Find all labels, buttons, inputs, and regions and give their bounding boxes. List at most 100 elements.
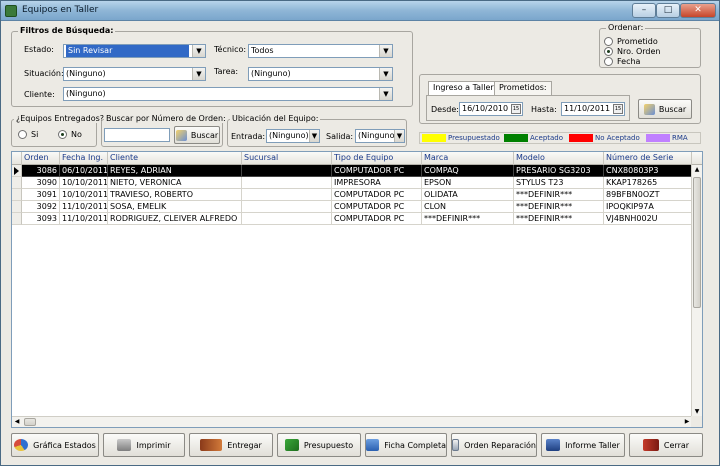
horizontal-scroll-thumb[interactable] bbox=[24, 418, 36, 426]
chevron-down-icon[interactable]: ▼ bbox=[192, 68, 205, 80]
pie-chart-icon bbox=[14, 439, 29, 451]
orden-buscar-button[interactable]: Buscar bbox=[174, 126, 220, 144]
tecnico-value: Todos bbox=[251, 46, 274, 55]
table-row[interactable]: 3086 06/10/2011 REYES, ADRIAN COMPUTADOR… bbox=[12, 165, 692, 177]
cell-fecha: 10/10/2011 bbox=[60, 177, 108, 189]
clipboard-icon bbox=[452, 439, 460, 451]
column-header-tipo[interactable]: Tipo de Equipo bbox=[332, 152, 422, 165]
tab-prometidos[interactable]: Prometidos: bbox=[494, 81, 552, 95]
calendar-icon[interactable]: 15 bbox=[613, 104, 623, 114]
column-header-orden[interactable]: Orden bbox=[22, 152, 60, 165]
column-header-sucursal[interactable]: Sucursal bbox=[242, 152, 332, 165]
hasta-date-input[interactable]: 11/10/2011 15 bbox=[561, 102, 625, 116]
cell-serie: VJ4BNH002U bbox=[604, 213, 692, 225]
buscar-orden-group: Buscar por Número de Orden: Buscar bbox=[101, 114, 228, 147]
table-row[interactable]: 3092 11/10/2011 SOSA, EMELIK COMPUTADOR … bbox=[12, 201, 692, 213]
entregados-group: ¿Equipos Entregados? Si No bbox=[11, 114, 107, 147]
entregar-button[interactable]: Entregar bbox=[189, 433, 273, 457]
column-header-cliente[interactable]: Cliente bbox=[108, 152, 242, 165]
window-title: Equipos en Taller bbox=[22, 5, 99, 15]
estado-value: Sin Revisar bbox=[66, 45, 189, 57]
vertical-scroll-thumb[interactable] bbox=[693, 177, 701, 308]
cell-cliente: TRAVIESO, ROBERTO bbox=[108, 189, 242, 201]
scroll-left-icon[interactable]: ◀ bbox=[12, 417, 22, 427]
radio-selected-icon bbox=[604, 47, 613, 56]
row-indicator bbox=[12, 201, 22, 213]
chevron-down-icon[interactable]: ▼ bbox=[379, 68, 392, 80]
table-row[interactable]: 3091 10/10/2011 TRAVIESO, ROBERTO COMPUT… bbox=[12, 189, 692, 201]
orden-number-input[interactable] bbox=[104, 128, 170, 142]
tarea-value: (Ninguno) bbox=[251, 69, 291, 78]
legend-no-aceptado: No Aceptado bbox=[569, 134, 640, 142]
column-header-marca[interactable]: Marca bbox=[422, 152, 514, 165]
column-header-fecha[interactable]: Fecha Ing. bbox=[60, 152, 108, 165]
desde-date-input[interactable]: 16/10/2010 15 bbox=[459, 102, 523, 116]
desde-value: 16/10/2010 bbox=[462, 104, 509, 113]
cell-sucursal bbox=[242, 165, 332, 177]
chevron-down-icon[interactable]: ▼ bbox=[379, 45, 392, 57]
chevron-down-icon[interactable]: ▼ bbox=[379, 88, 392, 100]
entregados-si-radio[interactable]: Si bbox=[18, 130, 38, 139]
scroll-up-icon[interactable]: ▲ bbox=[692, 165, 702, 175]
cell-sucursal bbox=[242, 177, 332, 189]
presupuesto-label: Presupuesto bbox=[303, 440, 354, 450]
estado-select[interactable]: Sin Revisar ▼ bbox=[63, 44, 206, 58]
cell-orden: 3093 bbox=[22, 213, 60, 225]
entregados-no-radio[interactable]: No bbox=[58, 130, 82, 139]
entrada-select[interactable]: (Ninguno) ▼ bbox=[266, 129, 320, 143]
informe-taller-button[interactable]: Informe Taller bbox=[541, 433, 625, 457]
column-header-modelo[interactable]: Modelo bbox=[514, 152, 604, 165]
ingreso-buscar-label: Buscar bbox=[658, 104, 687, 114]
cerrar-button[interactable]: Cerrar bbox=[629, 433, 703, 457]
chevron-down-icon[interactable]: ▼ bbox=[192, 45, 205, 57]
tarea-select[interactable]: (Ninguno) ▼ bbox=[248, 67, 393, 81]
ubicacion-title: Ubicación del Equipo: bbox=[230, 114, 321, 123]
tecnico-select[interactable]: Todos ▼ bbox=[248, 44, 393, 58]
row-indicator bbox=[12, 213, 22, 225]
maximize-button[interactable]: □ bbox=[656, 3, 680, 18]
cell-tipo: COMPUTADOR PC bbox=[332, 165, 422, 177]
tab-ingreso-taller[interactable]: Ingreso a Taller: bbox=[428, 81, 502, 95]
hasta-value: 11/10/2011 bbox=[564, 104, 611, 113]
salida-select[interactable]: (Ninguno) ▼ bbox=[355, 129, 405, 143]
filters-group: Filtros de Búsqueda: Estado: Sin Revisar… bbox=[11, 26, 413, 107]
ordenar-nro-orden-radio[interactable]: Nro. Orden bbox=[604, 47, 660, 56]
column-header-serie[interactable]: Número de Serie bbox=[604, 152, 692, 165]
close-window-button[interactable]: ✕ bbox=[680, 3, 716, 18]
equipos-grid[interactable]: Orden Fecha Ing. Cliente Sucursal Tipo d… bbox=[11, 151, 703, 428]
ficha-completa-button[interactable]: Ficha Completa bbox=[365, 433, 447, 457]
report-icon bbox=[546, 439, 561, 451]
table-row[interactable]: 3093 11/10/2011 RODRIGUEZ, CLEIVER ALFRE… bbox=[12, 213, 692, 225]
entregados-title: ¿Equipos Entregados? bbox=[14, 114, 107, 123]
orden-reparacion-button[interactable]: Orden Reparación bbox=[451, 433, 537, 457]
legend-label: RMA bbox=[672, 134, 688, 142]
presupuesto-button[interactable]: Presupuesto bbox=[277, 433, 361, 457]
legend-swatch bbox=[569, 134, 593, 142]
cell-marca: OLIDATA bbox=[422, 189, 514, 201]
entrada-label: Entrada: bbox=[231, 132, 266, 141]
minimize-button[interactable]: – bbox=[632, 3, 656, 18]
chevron-down-icon[interactable]: ▼ bbox=[309, 130, 319, 142]
chevron-down-icon[interactable]: ▼ bbox=[394, 130, 404, 142]
cliente-select[interactable]: (Ninguno) ▼ bbox=[63, 87, 393, 101]
printer-icon bbox=[117, 439, 132, 451]
cell-marca: EPSON bbox=[422, 177, 514, 189]
cell-tipo: COMPUTADOR PC bbox=[332, 201, 422, 213]
situacion-select[interactable]: (Ninguno) ▼ bbox=[63, 67, 206, 81]
horizontal-scrollbar[interactable]: ◀ ▶ bbox=[12, 416, 692, 427]
cell-orden: 3091 bbox=[22, 189, 60, 201]
ordenar-prometido-radio[interactable]: Prometido bbox=[604, 37, 658, 46]
imprimir-button[interactable]: Imprimir bbox=[103, 433, 185, 457]
calendar-icon[interactable]: 15 bbox=[511, 104, 521, 114]
vertical-scrollbar[interactable]: ▲ ▼ bbox=[691, 165, 702, 417]
grafica-estados-button[interactable]: Gráfica Estados bbox=[11, 433, 99, 457]
entregar-label: Entregar bbox=[227, 440, 262, 450]
equipos-window: Equipos en Taller – □ ✕ Filtros de Búsqu… bbox=[0, 0, 720, 466]
ordenar-fecha-radio[interactable]: Fecha bbox=[604, 57, 640, 66]
legend-rma: RMA bbox=[646, 134, 688, 142]
legend-presupuestado: Presupuestado bbox=[422, 134, 500, 142]
search-icon bbox=[175, 129, 187, 141]
legend-label: Presupuestado bbox=[448, 134, 500, 142]
table-row[interactable]: 3090 10/10/2011 NIETO, VERONICA IMPRESOR… bbox=[12, 177, 692, 189]
ingreso-buscar-button[interactable]: Buscar bbox=[638, 99, 692, 119]
